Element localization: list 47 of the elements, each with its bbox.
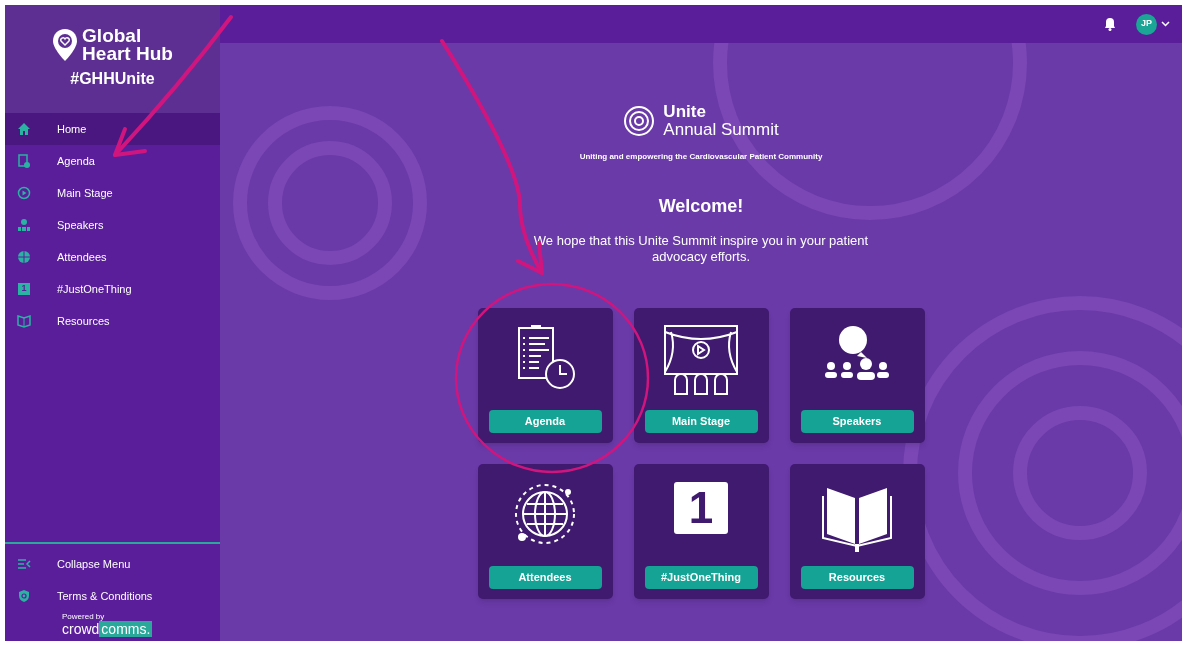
theater-stage-icon (661, 322, 741, 398)
logo-text: Heart Hub (82, 45, 173, 63)
nav-item[interactable]: Main Stage (5, 177, 220, 209)
card-button[interactable]: #JustOneThing (644, 566, 758, 589)
user-avatar[interactable]: JP (1136, 13, 1157, 35)
shield-icon (17, 589, 31, 603)
number-icon: 1 (18, 283, 30, 295)
globe-icon (17, 250, 31, 264)
menu-item[interactable]: Terms & Conditions (5, 580, 220, 612)
nav-item[interactable]: Speakers (5, 209, 220, 241)
tagline: Uniting and empowering the Cardiovascular Patient Community (579, 151, 823, 163)
menu-card[interactable]: 1 #JustOneThing (633, 464, 769, 599)
event-title: Unite (663, 103, 707, 121)
collapse-menu-icon (17, 557, 31, 571)
crowdcomms-logo: crowd comms. (62, 621, 154, 637)
menu-card[interactable]: Agenda (477, 308, 613, 443)
play-circle-icon (17, 186, 31, 200)
nav-item[interactable]: Attendees (5, 241, 220, 273)
nav-item[interactable]: 1 #JustOneThing (5, 273, 220, 305)
bell-icon[interactable] (1104, 17, 1116, 31)
powered-by-text: Powered by (62, 612, 106, 621)
welcome-text: We hope that this Unite Summit inspire you in your patient advocacy efforts. (532, 233, 870, 265)
menu-item[interactable]: Collapse Menu (5, 548, 220, 580)
clipboard-clock-icon (17, 154, 31, 168)
nav-item[interactable]: Home (5, 113, 220, 145)
nav-item[interactable]: Resources (5, 305, 220, 337)
menu-card[interactable]: Resources (789, 464, 925, 599)
number-one-icon: 1 (674, 482, 728, 534)
card-button[interactable]: Agenda (488, 410, 602, 433)
heart-pin-icon (52, 28, 79, 62)
menu-card[interactable]: Attendees (477, 464, 613, 599)
logo-text: Global (82, 27, 143, 45)
chevron-down-icon[interactable] (1161, 21, 1170, 27)
hashtag-text: #GHHUnite (70, 69, 155, 89)
nav-item[interactable]: Agenda (5, 145, 220, 177)
card-button[interactable]: Speakers (800, 410, 914, 433)
card-button[interactable]: Resources (800, 566, 914, 589)
welcome-heading: Welcome! (658, 195, 744, 218)
book-icon (17, 314, 31, 328)
menu-card[interactable]: Main Stage (633, 308, 769, 443)
card-button[interactable]: Main Stage (644, 410, 758, 433)
menu-card[interactable]: Speakers (789, 308, 925, 443)
event-subtitle: Annual Summit (663, 121, 779, 139)
home-icon (17, 122, 31, 136)
target-logo-icon (623, 105, 656, 137)
card-button[interactable]: Attendees (488, 566, 602, 589)
people-icon (17, 218, 31, 232)
